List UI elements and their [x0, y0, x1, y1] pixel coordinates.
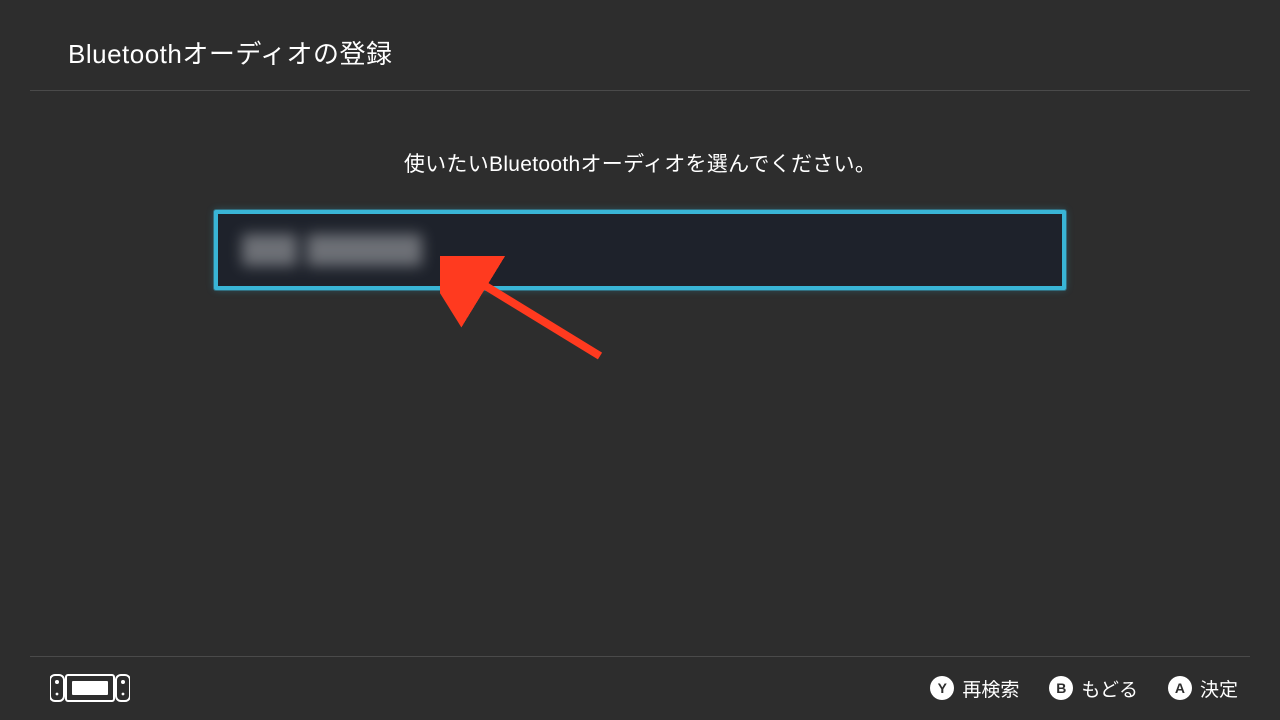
device-list	[214, 210, 1066, 290]
footer: Y 再検索 B もどる A 決定	[0, 656, 1280, 720]
hint-label: もどる	[1081, 675, 1138, 702]
b-button-icon: B	[1049, 676, 1073, 700]
device-name-obscured	[242, 234, 422, 266]
device-list-item[interactable]	[214, 210, 1066, 290]
hint-confirm[interactable]: A 決定	[1168, 675, 1238, 702]
hint-label: 決定	[1200, 675, 1238, 702]
footer-divider	[30, 656, 1250, 657]
hint-back[interactable]: B もどる	[1049, 675, 1138, 702]
prompt-text: 使いたいBluetoothオーディオを選んでください。	[0, 148, 1280, 178]
header-divider	[30, 90, 1250, 91]
page-title: Bluetoothオーディオの登録	[68, 34, 1280, 71]
header: Bluetoothオーディオの登録	[0, 0, 1280, 93]
hint-rescan[interactable]: Y 再検索	[930, 675, 1019, 702]
hint-label: 再検索	[962, 675, 1019, 702]
a-button-icon: A	[1168, 676, 1192, 700]
y-button-icon: Y	[930, 676, 954, 700]
console-icon	[50, 673, 130, 703]
